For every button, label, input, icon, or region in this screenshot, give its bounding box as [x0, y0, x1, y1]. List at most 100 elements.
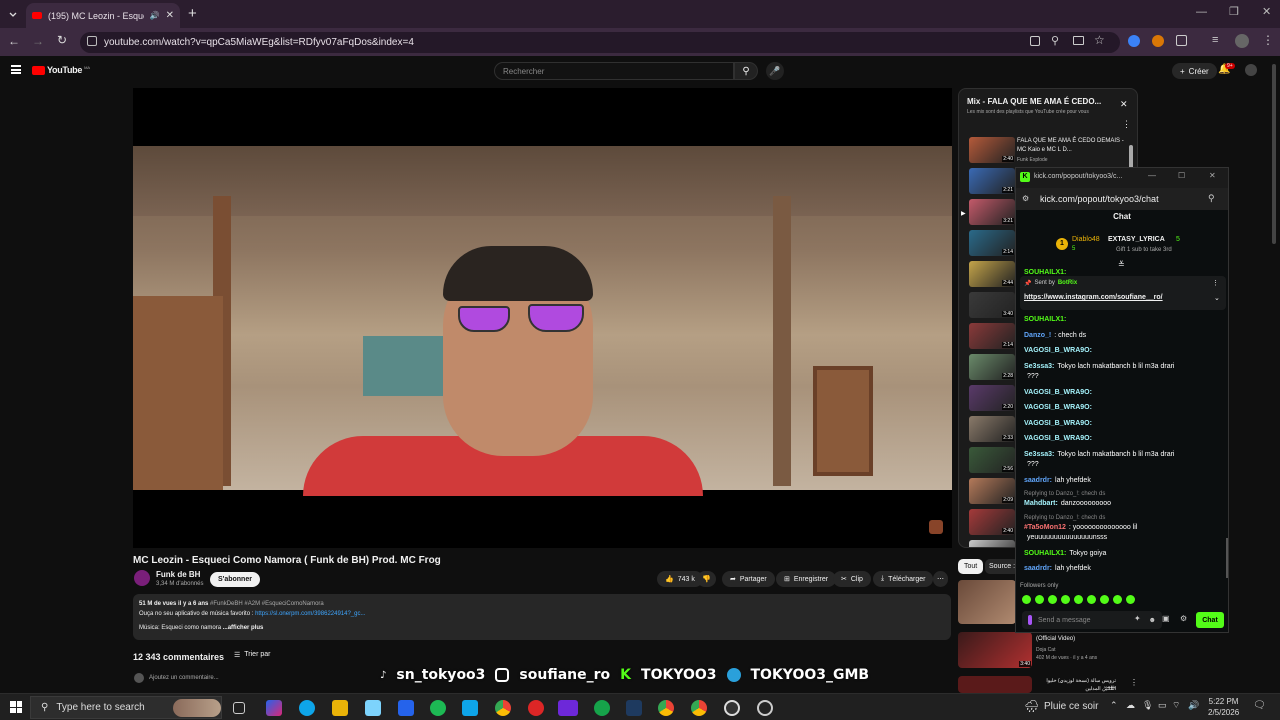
- channel-avatar[interactable]: [134, 570, 150, 586]
- extension-orange-icon[interactable]: [1152, 35, 1164, 47]
- emote-icon[interactable]: [1074, 595, 1083, 604]
- capcut-icon[interactable]: [757, 700, 773, 716]
- emote-icon[interactable]: [1035, 595, 1044, 604]
- tab-close-icon[interactable]: ✕: [166, 10, 174, 21]
- discord-icon[interactable]: [558, 700, 578, 716]
- chat-username[interactable]: VAGOSI_B_WRA9O:: [1024, 420, 1092, 427]
- audio-playing-icon[interactable]: 🔊: [150, 11, 160, 20]
- search-button[interactable]: ⚲: [734, 62, 758, 80]
- chat-message[interactable]: Replying to Danzo_!: chech ds: [1024, 514, 1108, 521]
- collapse-icon[interactable]: ≚: [1118, 260, 1125, 269]
- youtube-logo[interactable]: YouTube MA: [32, 65, 90, 75]
- chat-username[interactable]: SOUHAILX1:: [1024, 316, 1066, 323]
- clock[interactable]: 5:22 PM 2/5/2026: [1208, 696, 1239, 718]
- hashtags[interactable]: #FunkDeBH #A2M #EsqueciComoNamora: [210, 601, 324, 607]
- chat-username[interactable]: VAGOSI_B_WRA9O:: [1024, 389, 1092, 396]
- chat-message[interactable]: saadrdr: lah yhefdek: [1024, 477, 1091, 484]
- chat-username[interactable]: VAGOSI_B_WRA9O:: [1024, 435, 1092, 442]
- chat-message[interactable]: Se3ssa3: Tokyo lach makatbanch b lil m3a …: [1024, 451, 1174, 458]
- emoji-picker-icon[interactable]: ☻: [1149, 617, 1156, 624]
- store-icon[interactable]: [398, 700, 414, 716]
- playlist-thumbnail[interactable]: 3:40: [969, 292, 1015, 318]
- emote-icon[interactable]: [1022, 595, 1031, 604]
- sort-button[interactable]: ☰ Trier par: [234, 651, 270, 659]
- voice-search-icon[interactable]: 🎤: [766, 62, 784, 80]
- cloud-icon[interactable]: ☁: [1126, 700, 1135, 711]
- clip-button[interactable]: ✂ Clip: [833, 571, 871, 587]
- chat-username[interactable]: VAGOSI_B_WRA9O:: [1024, 347, 1092, 354]
- chat-username[interactable]: Se3ssa3:: [1024, 363, 1054, 370]
- emote-icon[interactable]: [1048, 595, 1057, 604]
- save-button[interactable]: ⊞ Enregistrer: [776, 571, 837, 587]
- playlist-thumbnail[interactable]: 2:44: [969, 261, 1015, 287]
- description-box[interactable]: 51 M de vues il y a 6 ans #FunkDeBH #A2M…: [133, 594, 951, 640]
- popout-minimize-icon[interactable]: —: [1148, 171, 1156, 180]
- show-more-link[interactable]: ...afficher plus: [223, 625, 264, 631]
- playlist-thumbnail[interactable]: 2:28: [969, 354, 1015, 380]
- notepad-icon[interactable]: [365, 700, 381, 716]
- chrome-icon[interactable]: [495, 700, 511, 716]
- address-bar[interactable]: youtube.com/watch?v=qpCa5MiaWEg&list=RDf…: [80, 32, 1120, 53]
- obs-icon[interactable]: [724, 700, 740, 716]
- recommended-title-line2[interactable]: القلتين المدلين: [1036, 686, 1116, 692]
- playlist-item-title[interactable]: FALA QUE ME AMA É CEDO DEMAIS - MC Kaio …: [1017, 137, 1127, 155]
- chat-username[interactable]: SOUHAILX1:: [1024, 550, 1066, 557]
- file-explorer-icon[interactable]: [332, 700, 348, 716]
- chat-message[interactable]: VAGOSI_B_WRA9O:: [1024, 347, 1095, 354]
- chip-source[interactable]: Source :: [985, 559, 1020, 574]
- restore-icon[interactable]: ❐: [1229, 5, 1239, 18]
- cast-icon[interactable]: [1073, 36, 1084, 45]
- extension-blue-icon[interactable]: [1128, 35, 1140, 47]
- site-info-icon[interactable]: [87, 36, 97, 46]
- playlist-thumbnail[interactable]: 2:14: [969, 323, 1015, 349]
- chrome-menu-icon[interactable]: ⋮: [1262, 33, 1274, 47]
- chat-input[interactable]: Send a message ☻: [1022, 611, 1162, 629]
- recommended-thumbnail[interactable]: [958, 676, 1032, 693]
- emote-icon[interactable]: [1087, 595, 1096, 604]
- chat-message[interactable]: Se3ssa3: Tokyo lach makatbanch b lil m3a …: [1024, 363, 1174, 370]
- chrome-profile2-icon[interactable]: [691, 700, 707, 716]
- chip-all[interactable]: Tout: [958, 559, 984, 574]
- chat-username[interactable]: VAGOSI_B_WRA9O:: [1024, 404, 1092, 411]
- playlist-thumbnail[interactable]: 2:20: [969, 385, 1015, 411]
- chat-message[interactable]: VAGOSI_B_WRA9O:: [1024, 404, 1095, 411]
- volume-icon[interactable]: 🔊: [1188, 700, 1199, 711]
- chat-username[interactable]: saadrdr:: [1024, 477, 1052, 484]
- share-button[interactable]: ➦ Partager: [722, 571, 775, 587]
- bookmark-star-icon[interactable]: ☆: [1094, 33, 1105, 47]
- chat-username[interactable]: saadrdr:: [1024, 565, 1052, 572]
- create-button[interactable]: + Créer: [1172, 63, 1217, 79]
- chat-username[interactable]: Se3ssa3:: [1024, 451, 1054, 458]
- chat-message[interactable]: SOUHAILX1:: [1024, 316, 1069, 323]
- expand-icon[interactable]: ⌄: [1214, 294, 1220, 302]
- unpin-icon[interactable]: ⋮: [1212, 279, 1219, 287]
- edge-icon[interactable]: [299, 700, 315, 716]
- chat-message[interactable]: ???: [1024, 373, 1039, 380]
- playlist-thumbnail[interactable]: 2:56: [969, 447, 1015, 473]
- playlist-thumbnail[interactable]: 2:40: [969, 509, 1015, 535]
- recommended-thumbnail[interactable]: [958, 580, 1016, 624]
- steam-icon[interactable]: [626, 700, 642, 716]
- spotify-icon[interactable]: [430, 700, 446, 716]
- add-comment-input[interactable]: Ajoutez un commentaire...: [149, 675, 219, 681]
- chat-message[interactable]: VAGOSI_B_WRA9O:: [1024, 420, 1095, 427]
- chat-message[interactable]: ???: [1024, 461, 1039, 468]
- profile-avatar[interactable]: [1235, 34, 1249, 48]
- new-tab-icon[interactable]: +: [188, 5, 197, 22]
- minimize-icon[interactable]: —: [1196, 6, 1207, 18]
- store-icon[interactable]: ▣: [1162, 614, 1170, 623]
- emote-icon[interactable]: [1100, 595, 1109, 604]
- playlist-thumbnail[interactable]: 2:09: [969, 478, 1015, 504]
- close-playlist-icon[interactable]: ✕: [1120, 99, 1128, 110]
- chat-message[interactable]: VAGOSI_B_WRA9O:: [1024, 435, 1095, 442]
- channel-name[interactable]: Funk de BH: [156, 570, 200, 579]
- playlist-thumbnail[interactable]: 2:21: [969, 168, 1015, 194]
- popout-close-icon[interactable]: ✕: [1209, 171, 1216, 180]
- page-scrollbar[interactable]: [1272, 64, 1276, 244]
- playlist-thumbnail[interactable]: 2:14: [969, 230, 1015, 256]
- chat-username[interactable]: Mahdbart:: [1024, 500, 1058, 507]
- chat-message[interactable]: SOUHAILX1: Tokyo goiya: [1024, 550, 1106, 557]
- chat-scrollbar[interactable]: [1226, 538, 1228, 578]
- popout-site-info-icon[interactable]: ⚙: [1022, 194, 1029, 203]
- notification-center-icon[interactable]: 🗨: [1253, 700, 1266, 711]
